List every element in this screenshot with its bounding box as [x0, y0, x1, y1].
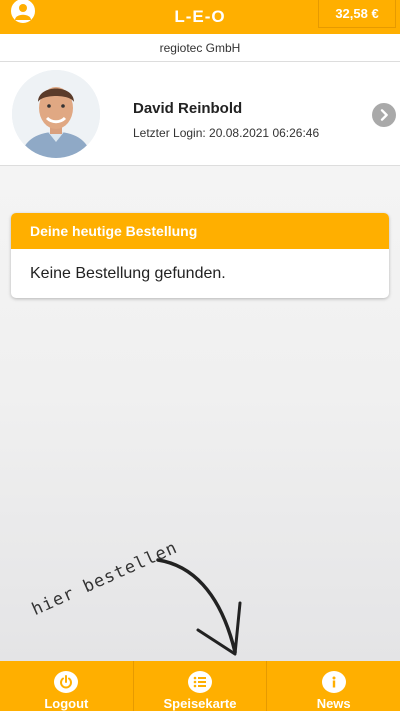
nav-speisekarte-label: Speisekarte	[163, 696, 237, 711]
avatar	[12, 70, 100, 158]
nav-speisekarte[interactable]: Speisekarte	[132, 661, 267, 711]
order-card: Deine heutige Bestellung Keine Bestellun…	[11, 213, 389, 298]
app-title: L-E-O	[174, 7, 226, 26]
list-icon	[188, 671, 212, 693]
order-card-title: Deine heutige Bestellung	[11, 213, 389, 249]
bottom-nav: Logout Speisekarte News	[0, 661, 400, 711]
nav-logout[interactable]: Logout	[0, 661, 133, 711]
order-card-message: Keine Bestellung gefunden.	[30, 264, 226, 282]
chevron-right-icon[interactable]	[372, 103, 396, 127]
arrow-hint-icon	[156, 558, 242, 656]
user-name: David Reinbold	[133, 100, 243, 117]
nav-news[interactable]: News	[266, 661, 400, 711]
profile-card[interactable]: David Reinbold Letzter Login: 20.08.2021…	[0, 62, 400, 166]
user-icon[interactable]	[8, 0, 38, 26]
company-name: regiotec GmbH	[0, 34, 400, 62]
top-bar: L-E-O 32,58 €	[0, 0, 400, 34]
power-icon	[54, 671, 79, 693]
last-login: Letzter Login: 20.08.2021 06:26:46	[133, 126, 320, 140]
balance-button[interactable]: 32,58 €	[318, 0, 396, 28]
info-icon	[321, 671, 346, 693]
nav-logout-label: Logout	[44, 696, 89, 711]
nav-news-label: News	[316, 696, 351, 711]
